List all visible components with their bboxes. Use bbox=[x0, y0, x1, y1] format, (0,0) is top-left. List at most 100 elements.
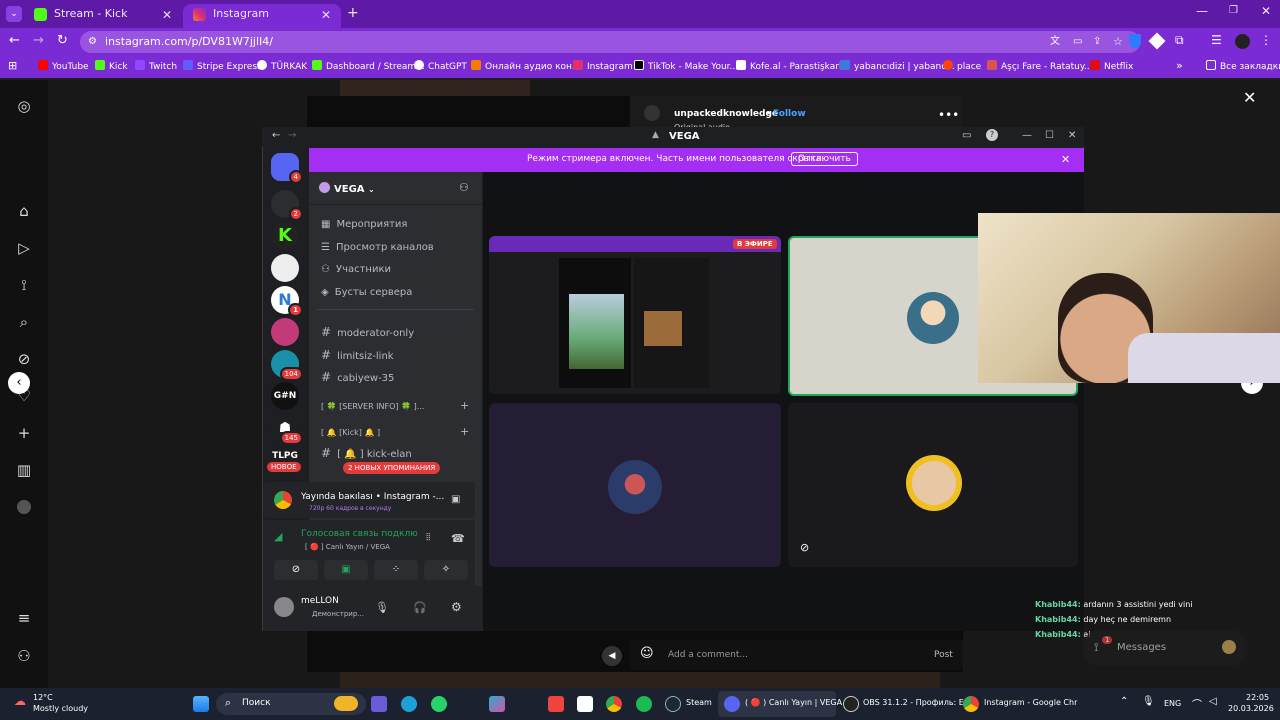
help-icon[interactable]: ? bbox=[986, 129, 998, 141]
shield-icon[interactable] bbox=[1129, 34, 1141, 48]
puzzle-icon[interactable]: ⧉ bbox=[1175, 33, 1184, 48]
back-icon[interactable]: ← bbox=[9, 33, 20, 48]
more-options-icon[interactable]: ••• bbox=[938, 108, 959, 122]
activities-button[interactable]: ⁘ bbox=[374, 560, 418, 580]
site-info-icon[interactable]: ⚙ bbox=[88, 31, 97, 53]
windows-start-icon[interactable] bbox=[193, 696, 209, 712]
add-channel-icon[interactable]: + bbox=[460, 425, 469, 438]
volume-icon[interactable]: ◁ bbox=[1209, 696, 1217, 707]
menu-server-boosts[interactable]: ◈ Бусты сервера bbox=[321, 287, 412, 298]
inbox-icon[interactable]: ▭ bbox=[962, 130, 971, 141]
channel-cabiyew-35[interactable]: # cabiyew-35 bbox=[321, 370, 394, 384]
soundboard-button[interactable]: ✧ bbox=[424, 560, 468, 580]
minimize-button[interactable]: — bbox=[1022, 130, 1032, 141]
bookmark-place[interactable]: place bbox=[943, 60, 981, 74]
bookmark-kofe[interactable]: Kofe.al - Parastişkarl... bbox=[736, 60, 850, 74]
bookmark-yabancidizi[interactable]: yabancıdizi | yabanc... bbox=[840, 60, 955, 74]
spotify-icon[interactable] bbox=[636, 696, 652, 712]
search-box[interactable]: ⌕ Поиск bbox=[216, 693, 366, 715]
mute-icon[interactable]: ◀ bbox=[602, 646, 622, 666]
server-vega[interactable]: 2 bbox=[271, 190, 303, 221]
bookmark-youtube[interactable]: YouTube bbox=[38, 60, 89, 74]
extension-icon[interactable] bbox=[1148, 32, 1166, 50]
menu-icon[interactable]: ≡ bbox=[15, 609, 33, 627]
translate-icon[interactable]: 文 bbox=[1050, 31, 1060, 53]
screen-share-button[interactable]: ▣ bbox=[324, 560, 368, 580]
emoji-icon[interactable]: ☺ bbox=[640, 646, 654, 661]
participant-tile[interactable] bbox=[489, 403, 781, 567]
steam-icon[interactable] bbox=[665, 696, 681, 712]
tab-instagram[interactable]: Instagram ✕ bbox=[183, 4, 341, 28]
create-icon[interactable]: + bbox=[15, 424, 33, 442]
category-kick[interactable]: [ 🔔 [Kick] 🔔 ] bbox=[321, 428, 380, 437]
menu-events[interactable]: ▦ Мероприятия bbox=[321, 219, 407, 230]
channel-limitsiz-link[interactable]: # limitsiz-link bbox=[321, 348, 394, 362]
chrome-icon[interactable] bbox=[963, 696, 979, 712]
server-gn[interactable]: G#N bbox=[271, 382, 299, 410]
tab-search-button[interactable]: ⌄ bbox=[6, 6, 22, 22]
user-name[interactable]: meLLON bbox=[301, 596, 339, 606]
disconnect-icon[interactable]: ☎ bbox=[451, 532, 465, 545]
post-username[interactable]: unpackedknowledge bbox=[674, 109, 778, 119]
send-icon[interactable]: ⟟ bbox=[15, 276, 33, 294]
explore-icon[interactable]: ⊘ bbox=[15, 350, 33, 368]
discord-home-icon[interactable]: 4 bbox=[271, 153, 303, 184]
avatar[interactable] bbox=[1235, 34, 1250, 49]
screenshare-tile[interactable]: В ЭФИРЕ bbox=[489, 236, 781, 394]
channel-moderator-only[interactable]: # moderator-only bbox=[321, 325, 414, 339]
chrome-icon[interactable] bbox=[606, 696, 622, 712]
forward-icon[interactable]: → bbox=[33, 33, 44, 48]
search-icon[interactable]: ⌕ bbox=[15, 313, 33, 331]
tab-kick-dashboard[interactable]: Stream - Kick Dashboard ✕ bbox=[24, 4, 182, 40]
tab-search-icon[interactable]: ☰ bbox=[1211, 33, 1222, 47]
bookmark-kick[interactable]: Kick bbox=[95, 60, 128, 74]
taskbar-app-chrome[interactable]: Instagram - Google Chr bbox=[984, 698, 1077, 707]
taskbar-app-obs[interactable]: OBS 31.1.2 - Профиль: E bbox=[863, 698, 964, 707]
minimize-window-button[interactable]: — bbox=[1196, 4, 1208, 18]
close-icon[interactable]: ✕ bbox=[1243, 88, 1256, 107]
server-avatar-anime[interactable] bbox=[271, 254, 299, 282]
messages-pill[interactable]: ⟟ 1 Messages bbox=[1082, 630, 1248, 666]
menu-browse-channels[interactable]: ☰ Просмотр каналов bbox=[321, 242, 434, 253]
new-tab-button[interactable]: + bbox=[347, 5, 359, 21]
add-channel-icon[interactable]: + bbox=[460, 399, 469, 412]
reload-icon[interactable]: ↻ bbox=[57, 33, 68, 48]
close-button[interactable]: ✕ bbox=[1068, 130, 1076, 141]
tray-overflow-icon[interactable]: ⌃ bbox=[1120, 696, 1128, 707]
bookmark-chatgpt[interactable]: ChatGPT bbox=[414, 60, 467, 74]
all-bookmarks[interactable]: Все закладки bbox=[1206, 60, 1280, 74]
server-pink[interactable] bbox=[271, 318, 299, 346]
back-icon[interactable]: ← bbox=[272, 130, 280, 141]
settings-gear-icon[interactable]: ⚙ bbox=[451, 600, 462, 614]
weather-temp[interactable]: 12°C bbox=[33, 693, 53, 702]
channel-kick-elan[interactable]: #[ 🔔 ] kick-elan bbox=[321, 446, 412, 460]
stop-stream-icon[interactable]: ▣ bbox=[451, 494, 460, 505]
bookmark-ratatuy[interactable]: Aşçı Fare - Ratatuy... bbox=[987, 60, 1093, 74]
avatar[interactable] bbox=[644, 105, 660, 121]
bookmark-netflix[interactable]: Netflix bbox=[1090, 60, 1133, 74]
clock-date[interactable]: 20.03.2026 bbox=[1228, 704, 1274, 713]
home-icon[interactable]: ⌂ bbox=[15, 202, 33, 220]
bookmark-turkak[interactable]: TÜRKAK bbox=[257, 60, 307, 74]
bookmark-stripe[interactable]: Stripe Express bbox=[183, 60, 262, 74]
noise-suppression-icon[interactable]: ⦙⦙ bbox=[426, 532, 430, 543]
server-kick[interactable]: K bbox=[271, 222, 299, 250]
participant-tile[interactable]: ⊘ bbox=[788, 403, 1078, 567]
maximize-button[interactable]: ☐ bbox=[1045, 130, 1054, 141]
anydesk-icon[interactable] bbox=[548, 696, 564, 712]
bookmark-instagram[interactable]: Instagram bbox=[573, 60, 633, 74]
server-devil[interactable]: ☗ 145 bbox=[271, 414, 303, 445]
category-server-info[interactable]: [ 🍀 [SERVER INFO] 🍀 ]... bbox=[321, 402, 424, 411]
voice-channel-name[interactable]: [ 🔴 ] Canlı Yayın / VEGA bbox=[305, 543, 390, 551]
new-mentions-pill[interactable]: 2 НОВЫХ УПОМИНАНИЯ bbox=[343, 462, 441, 474]
bookmark-audio-converter[interactable]: Онлайн аудио кон... bbox=[471, 60, 581, 74]
more-bookmarks-icon[interactable]: » bbox=[1176, 59, 1183, 72]
apps-grid-icon[interactable]: ⊞ bbox=[8, 59, 17, 72]
disable-streamer-mode-button[interactable]: Отключить bbox=[791, 152, 858, 166]
cast-icon[interactable]: ▭ bbox=[1073, 31, 1082, 53]
voice-status[interactable]: Голосовая связь подклю bbox=[301, 529, 417, 539]
instagram-logo-icon[interactable]: ◎ bbox=[15, 97, 33, 115]
close-tab-icon[interactable]: ✕ bbox=[162, 5, 172, 25]
profile-avatar[interactable] bbox=[17, 500, 31, 514]
edge-icon[interactable] bbox=[401, 696, 417, 712]
